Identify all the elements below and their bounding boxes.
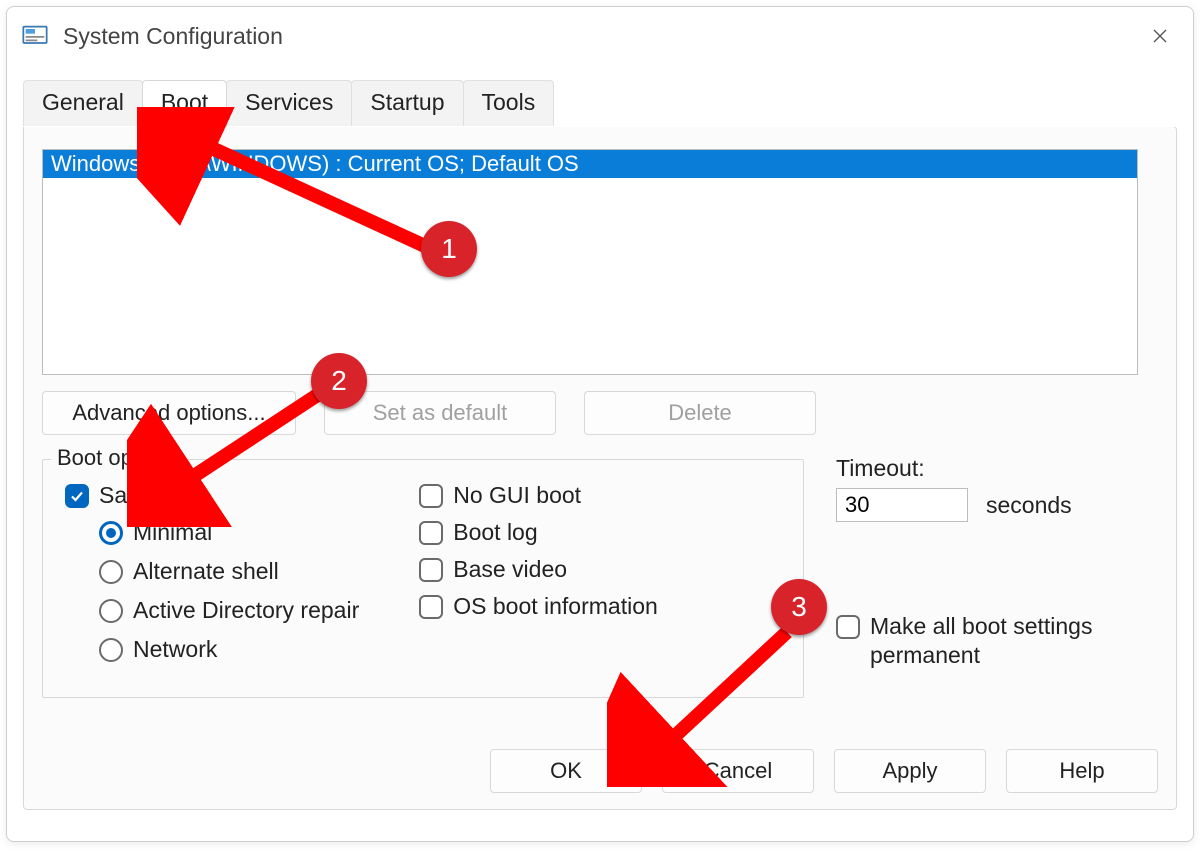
radio-alternate-shell-label: Alternate shell	[133, 558, 279, 585]
close-button[interactable]	[1137, 21, 1183, 51]
boot-options-group: Boot options Safe boot Minimal	[42, 459, 804, 698]
make-permanent-label: Make all boot settings permanent	[870, 612, 1130, 670]
tab-tools[interactable]: Tools	[463, 80, 555, 126]
radio-minimal[interactable]	[99, 521, 123, 545]
os-listbox[interactable]: Windows 11 (C:\WINDOWS) : Current OS; De…	[42, 149, 1138, 375]
tab-general[interactable]: General	[23, 80, 143, 126]
advanced-options-button[interactable]: Advanced options...	[42, 391, 296, 435]
window-title: System Configuration	[63, 23, 1137, 50]
delete-button: Delete	[584, 391, 816, 435]
annotation-badge-2: 2	[311, 353, 367, 409]
radio-alternate-shell[interactable]	[99, 560, 123, 584]
cancel-button[interactable]: Cancel	[662, 749, 814, 793]
safe-boot-label: Safe boot	[99, 482, 197, 509]
os-boot-info-checkbox[interactable]	[419, 595, 443, 619]
boot-options-legend: Boot options	[51, 445, 185, 471]
os-list-item[interactable]: Windows 11 (C:\WINDOWS) : Current OS; De…	[43, 150, 1137, 178]
annotation-badge-1: 1	[421, 221, 477, 277]
close-icon	[1152, 28, 1168, 44]
radio-ad-repair-label: Active Directory repair	[133, 597, 359, 624]
no-gui-boot-label: No GUI boot	[453, 482, 581, 509]
help-button[interactable]: Help	[1006, 749, 1158, 793]
ok-button[interactable]: OK	[490, 749, 642, 793]
radio-ad-repair[interactable]	[99, 599, 123, 623]
radio-minimal-label: Minimal	[133, 519, 212, 546]
annotation-badge-3: 3	[771, 579, 827, 635]
msconfig-icon	[21, 22, 49, 50]
timeout-unit: seconds	[986, 492, 1072, 519]
boot-panel: Windows 11 (C:\WINDOWS) : Current OS; De…	[23, 126, 1177, 810]
os-boot-info-label: OS boot information	[453, 593, 658, 620]
safe-boot-checkbox[interactable]	[65, 484, 89, 508]
titlebar: System Configuration	[7, 7, 1193, 59]
tab-services[interactable]: Services	[226, 80, 352, 126]
timeout-label: Timeout:	[836, 455, 1146, 482]
tab-boot[interactable]: Boot	[142, 80, 227, 127]
make-permanent-checkbox[interactable]	[836, 615, 860, 639]
timeout-input[interactable]	[836, 488, 968, 522]
radio-network[interactable]	[99, 638, 123, 662]
dialog-footer: OK Cancel Apply Help	[490, 749, 1158, 793]
radio-network-label: Network	[133, 636, 217, 663]
check-icon	[69, 488, 85, 504]
boot-log-checkbox[interactable]	[419, 521, 443, 545]
system-configuration-window: System Configuration General Boot Servic…	[6, 6, 1194, 842]
tab-strip: General Boot Services Startup Tools	[23, 79, 1177, 127]
no-gui-boot-checkbox[interactable]	[419, 484, 443, 508]
base-video-checkbox[interactable]	[419, 558, 443, 582]
base-video-label: Base video	[453, 556, 567, 583]
apply-button[interactable]: Apply	[834, 749, 986, 793]
boot-log-label: Boot log	[453, 519, 537, 546]
tab-startup[interactable]: Startup	[351, 80, 463, 126]
